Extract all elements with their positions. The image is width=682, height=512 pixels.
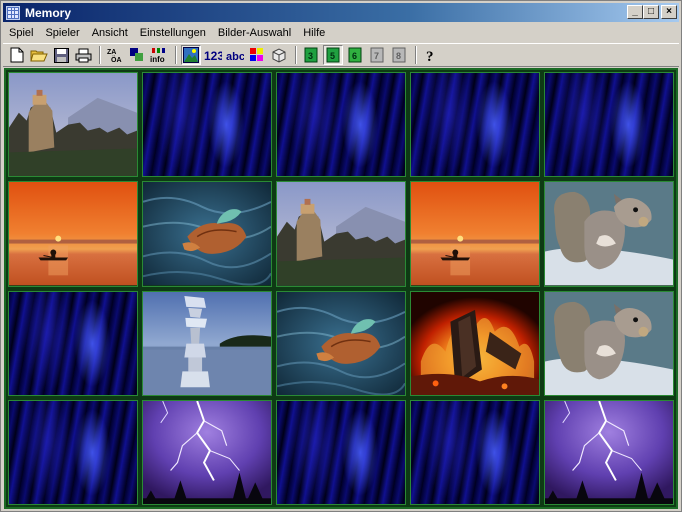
grid-3-icon[interactable]: 3 <box>301 45 321 65</box>
card-stones[interactable] <box>142 290 272 396</box>
new-icon[interactable] <box>7 45 27 65</box>
print-icon[interactable] <box>73 45 93 65</box>
menu-hilfe[interactable]: Hilfe <box>297 24 331 41</box>
card-back[interactable] <box>276 399 406 505</box>
letters-icon[interactable]: abc <box>225 45 245 65</box>
card-back[interactable] <box>8 399 138 505</box>
letters-label: abc <box>226 51 244 63</box>
grid-6-icon[interactable]: 6 <box>345 45 365 65</box>
menu-einstellungen[interactable]: Einstellungen <box>134 24 212 41</box>
card-back[interactable] <box>276 72 406 178</box>
cube-icon[interactable] <box>269 45 289 65</box>
card-lightning[interactable] <box>544 399 674 505</box>
picture-icon[interactable] <box>181 45 201 65</box>
toolbar: ZA ÖA info 123 abc 3 5 6 7 8 ? <box>3 43 679 67</box>
svg-text:8: 8 <box>396 51 401 61</box>
svg-text:5: 5 <box>330 51 335 61</box>
open-icon[interactable] <box>29 45 49 65</box>
info-label: info <box>150 55 165 63</box>
card-lightning[interactable] <box>142 399 272 505</box>
toolbar-separator <box>99 46 101 64</box>
card-back[interactable] <box>142 72 272 178</box>
grid-5-icon[interactable]: 5 <box>323 45 343 65</box>
menu-spieler[interactable]: Spieler <box>39 24 85 41</box>
grid-8-icon[interactable]: 8 <box>389 45 409 65</box>
card-squirrel[interactable] <box>544 181 674 287</box>
numbers-icon[interactable]: 123 <box>203 45 223 65</box>
svg-text:ZA: ZA <box>107 49 116 56</box>
memory-app-icon[interactable] <box>6 5 20 20</box>
grid-7-icon[interactable]: 7 <box>367 45 387 65</box>
save-icon[interactable] <box>51 45 71 65</box>
svg-text:6: 6 <box>352 51 357 61</box>
toolbar-separator <box>175 46 177 64</box>
close-button[interactable]: × <box>661 5 677 19</box>
shapes-icon[interactable] <box>127 45 147 65</box>
window-controls: _ □ × <box>627 5 677 19</box>
colors-icon[interactable] <box>247 45 267 65</box>
menu-bilder-auswahl[interactable]: Bilder-Auswahl <box>212 24 297 41</box>
svg-text:7: 7 <box>374 51 379 61</box>
menu-ansicht[interactable]: Ansicht <box>86 24 134 41</box>
svg-text:?: ? <box>426 49 434 63</box>
minimize-button[interactable]: _ <box>627 5 643 19</box>
window-title: Memory <box>25 5 72 20</box>
card-sunset[interactable] <box>8 181 138 287</box>
maximize-button[interactable]: □ <box>643 5 659 19</box>
svg-text:3: 3 <box>308 51 313 61</box>
menu-spiel[interactable]: Spiel <box>3 24 39 41</box>
card-leaf[interactable] <box>276 290 406 396</box>
card-sunset[interactable] <box>410 181 540 287</box>
memory-board <box>4 68 678 509</box>
card-back[interactable] <box>8 290 138 396</box>
card-monastery[interactable] <box>8 72 138 178</box>
svg-text:ÖA: ÖA <box>111 55 122 63</box>
numbers-label: 123 <box>204 49 222 63</box>
card-monastery[interactable] <box>276 181 406 287</box>
sort-az-icon[interactable]: ZA ÖA <box>105 45 125 65</box>
toolbar-separator <box>415 46 417 64</box>
help-icon[interactable]: ? <box>421 45 441 65</box>
toolbar-separator <box>295 46 297 64</box>
info-icon[interactable]: info <box>149 45 169 65</box>
card-back[interactable] <box>410 72 540 178</box>
title-bar[interactable]: Memory _ □ × <box>3 3 679 22</box>
card-fire[interactable] <box>410 290 540 396</box>
card-back[interactable] <box>410 399 540 505</box>
card-leaf[interactable] <box>142 181 272 287</box>
card-squirrel[interactable] <box>544 290 674 396</box>
card-back[interactable] <box>544 72 674 178</box>
memory-window: Memory _ □ × Spiel Spieler Ansicht Einst… <box>0 0 682 512</box>
menu-bar: Spiel Spieler Ansicht Einstellungen Bild… <box>3 23 679 42</box>
